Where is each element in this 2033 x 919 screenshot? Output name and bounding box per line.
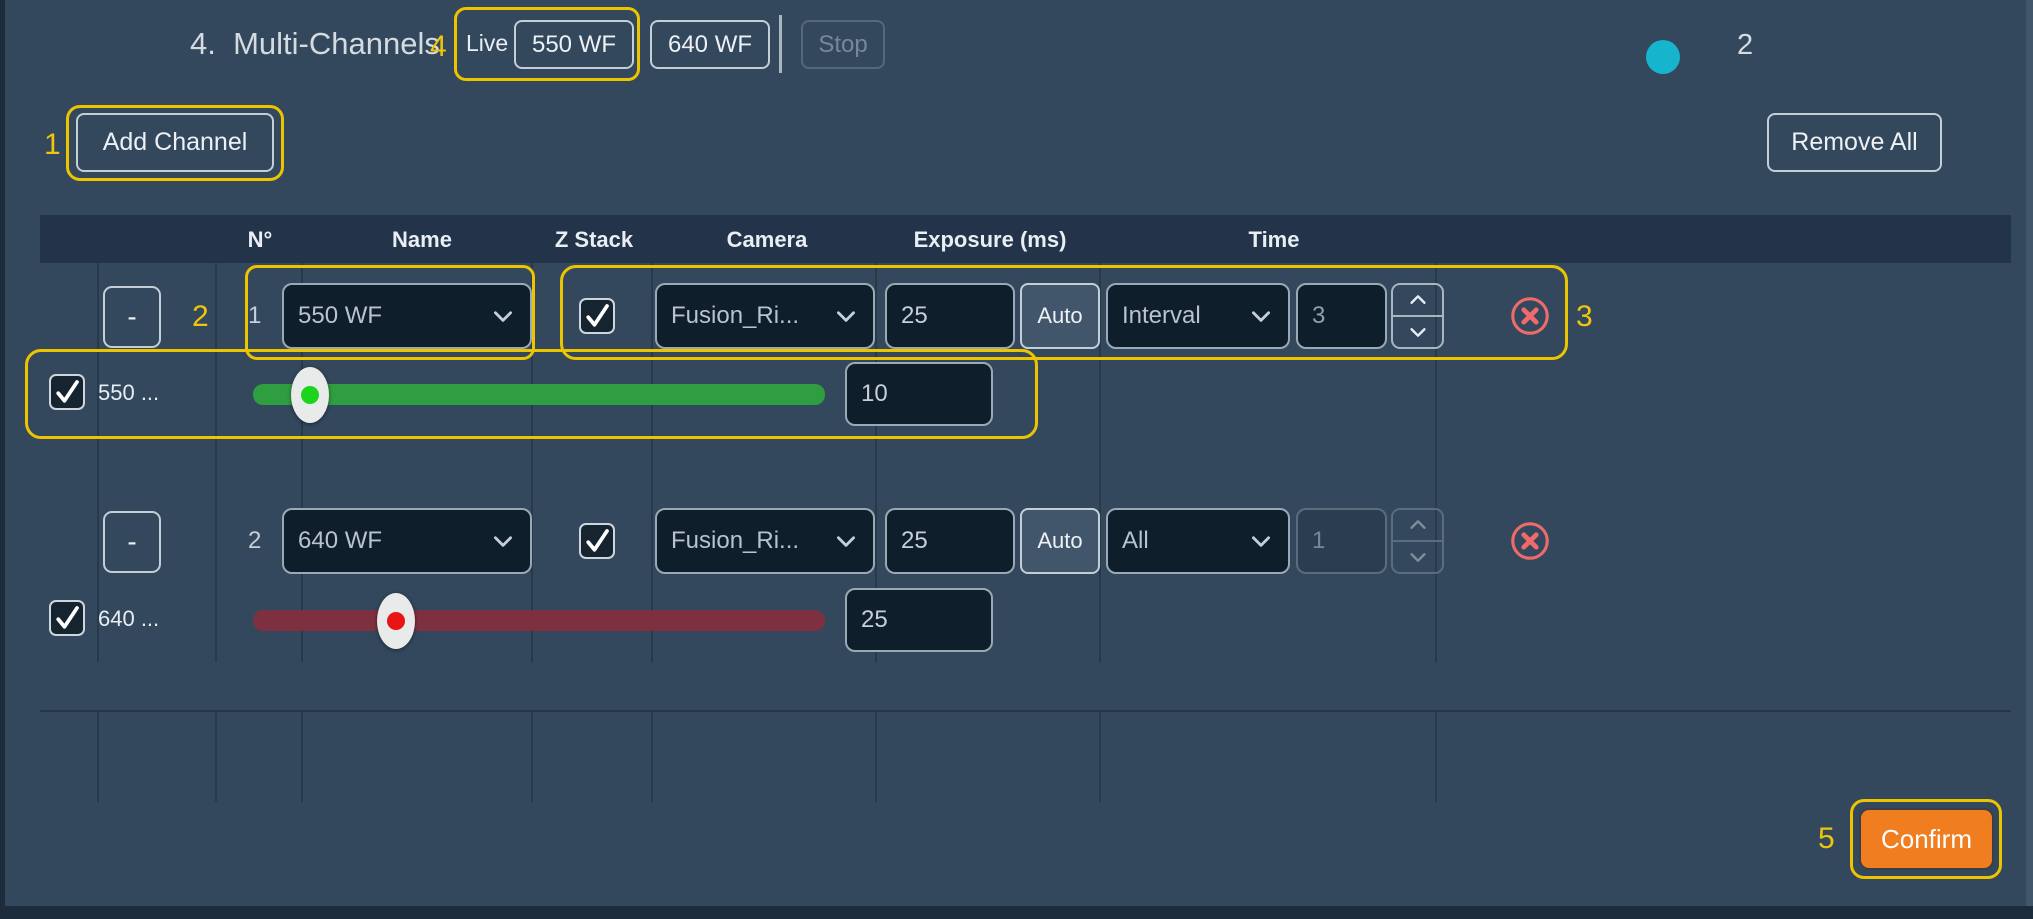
live-label: Live <box>466 30 508 57</box>
time-mode-value: All <box>1122 527 1149 555</box>
channel-number: 2 <box>248 527 261 555</box>
intensity-value-input[interactable]: 25 <box>845 588 993 652</box>
camera-select[interactable]: Fusion_Ri... <box>655 283 875 349</box>
grid-line <box>875 712 877 802</box>
add-channel-button[interactable]: Add Channel <box>76 113 274 172</box>
scrollbar[interactable] <box>2026 0 2033 906</box>
camera-value: Fusion_Ri... <box>671 527 799 555</box>
channel-enable-checkbox[interactable] <box>49 600 85 636</box>
grid-line <box>97 263 99 662</box>
delete-channel-button[interactable] <box>1508 294 1552 338</box>
annotation-1: 1 <box>44 128 61 162</box>
grid-line <box>531 712 533 802</box>
grid-line <box>215 263 217 662</box>
column-header-zstack: Z Stack <box>555 227 633 253</box>
chevron-down-icon <box>490 303 516 329</box>
status-indicator-dot <box>1646 40 1680 74</box>
check-icon <box>52 377 82 407</box>
channel-name-value: 640 WF <box>298 527 382 555</box>
annotation-4: 4 <box>430 30 447 64</box>
confirm-button[interactable]: Confirm <box>1859 808 1994 870</box>
channel-number: 1 <box>248 302 261 330</box>
annotation-2: 2 <box>192 300 209 334</box>
grid-line <box>651 263 653 662</box>
live-550wf-button[interactable]: 550 WF <box>514 20 634 69</box>
multi-channels-panel: 4. Multi-Channels 4 Live 550 WF 640 WF S… <box>0 0 2033 919</box>
time-mode-select[interactable]: All <box>1106 508 1290 574</box>
page-title: 4. Multi-Channels <box>190 26 440 62</box>
grid-line <box>301 712 303 802</box>
auto-exposure-button[interactable]: Auto <box>1020 508 1100 574</box>
slider-thumb[interactable] <box>377 593 415 649</box>
time-count-input[interactable]: 1 <box>1296 508 1387 574</box>
chevron-down-icon <box>833 303 859 329</box>
column-header-number: N° <box>248 227 273 253</box>
channel-enable-checkbox[interactable] <box>49 374 85 410</box>
time-count-stepper[interactable] <box>1391 283 1444 349</box>
chevron-down-icon <box>833 528 859 554</box>
remove-channel-button[interactable]: - <box>103 286 161 348</box>
channel-slider-label: 640 ... <box>98 606 159 632</box>
column-header-exposure: Exposure (ms) <box>914 227 1067 253</box>
exposure-input[interactable]: 25 <box>885 283 1015 349</box>
check-icon <box>582 526 612 556</box>
intensity-slider[interactable] <box>253 610 825 631</box>
column-header-time: Time <box>1249 227 1300 253</box>
chevron-up-icon[interactable] <box>1393 510 1442 542</box>
check-icon <box>52 603 82 633</box>
indicator-count: 2 <box>1737 29 1753 62</box>
intensity-slider[interactable] <box>253 384 825 405</box>
slider-thumb[interactable] <box>291 367 329 423</box>
intensity-value-input[interactable]: 10 <box>845 362 993 426</box>
delete-channel-icon <box>1508 519 1552 563</box>
slider-thumb-dot <box>301 386 319 404</box>
empty-row-top-line <box>40 710 2011 712</box>
chevron-down-icon <box>490 528 516 554</box>
left-border <box>0 0 5 919</box>
zstack-checkbox[interactable] <box>579 523 615 559</box>
delete-channel-icon <box>1508 294 1552 338</box>
grid-line <box>651 712 653 802</box>
zstack-checkbox[interactable] <box>579 298 615 334</box>
time-mode-value: Interval <box>1122 302 1201 330</box>
exposure-input[interactable]: 25 <box>885 508 1015 574</box>
channel-name-value: 550 WF <box>298 302 382 330</box>
header-divider <box>779 15 782 73</box>
live-640wf-button[interactable]: 640 WF <box>650 20 770 69</box>
chevron-down-icon <box>1248 528 1274 554</box>
slider-thumb-dot <box>387 612 405 630</box>
channel-slider-label: 550 ... <box>98 380 159 406</box>
delete-channel-button[interactable] <box>1508 519 1552 563</box>
time-count-stepper[interactable] <box>1391 508 1444 574</box>
annotation-5: 5 <box>1818 822 1835 856</box>
grid-line <box>1435 712 1437 802</box>
remove-channel-button[interactable]: - <box>103 511 161 573</box>
chevron-down-icon[interactable] <box>1393 542 1442 572</box>
grid-line <box>215 712 217 802</box>
column-header-name: Name <box>392 227 452 253</box>
remove-all-button[interactable]: Remove All <box>1767 113 1942 172</box>
chevron-up-icon[interactable] <box>1393 285 1442 317</box>
column-header-camera: Camera <box>727 227 808 253</box>
camera-select[interactable]: Fusion_Ri... <box>655 508 875 574</box>
stop-button[interactable]: Stop <box>801 20 885 69</box>
chevron-down-icon <box>1248 303 1274 329</box>
auto-exposure-button[interactable]: Auto <box>1020 283 1100 349</box>
grid-line <box>97 712 99 802</box>
annotation-3: 3 <box>1576 300 1593 334</box>
chevron-down-icon[interactable] <box>1393 317 1442 347</box>
check-icon <box>582 301 612 331</box>
bottom-border <box>0 906 2033 919</box>
channel-name-select[interactable]: 640 WF <box>282 508 532 574</box>
channel-name-select[interactable]: 550 WF <box>282 283 532 349</box>
camera-value: Fusion_Ri... <box>671 302 799 330</box>
grid-line <box>1099 712 1101 802</box>
time-mode-select[interactable]: Interval <box>1106 283 1290 349</box>
time-count-input[interactable]: 3 <box>1296 283 1387 349</box>
